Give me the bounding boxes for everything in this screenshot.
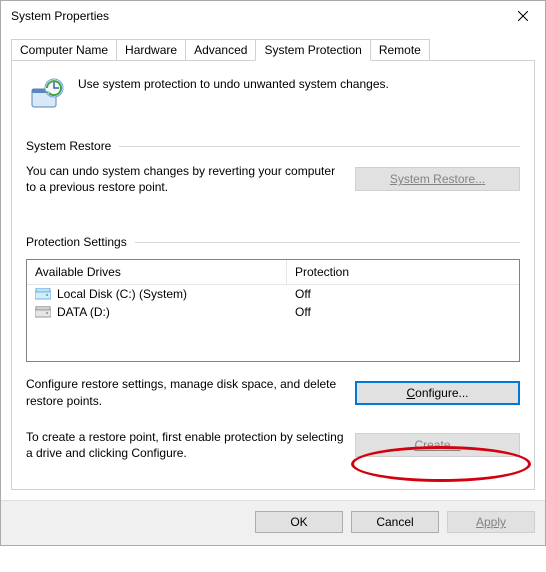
table-header: Available Drives Protection [27, 260, 519, 285]
table-row[interactable]: DATA (D:) Off [27, 303, 519, 321]
drives-table: Available Drives Protection [26, 259, 520, 362]
system-protection-icon [26, 77, 66, 117]
drive-name: DATA (D:) [57, 305, 110, 319]
tab-hardware[interactable]: Hardware [116, 39, 186, 60]
window-title: System Properties [11, 9, 109, 23]
drive-icon [35, 288, 51, 300]
tab-panel-system-protection: Use system protection to undo unwanted s… [11, 61, 535, 490]
system-restore-heading: System Restore [26, 139, 111, 153]
drive-protection: Off [287, 305, 519, 319]
system-restore-button[interactable]: System Restore... [355, 167, 520, 191]
col-header-drives[interactable]: Available Drives [27, 260, 287, 284]
close-button[interactable] [500, 1, 545, 31]
tab-computer-name[interactable]: Computer Name [11, 39, 117, 60]
divider [135, 242, 520, 243]
close-icon [518, 11, 528, 21]
dialog-footer: OK Cancel Apply [1, 500, 545, 545]
drive-icon [35, 306, 51, 318]
tab-strip: Computer Name Hardware Advanced System P… [11, 39, 535, 61]
ok-button[interactable]: OK [255, 511, 343, 533]
protection-settings-heading: Protection Settings [26, 235, 127, 249]
tab-system-protection[interactable]: System Protection [255, 39, 370, 61]
drive-protection: Off [287, 287, 519, 301]
drive-name: Local Disk (C:) (System) [57, 287, 187, 301]
table-row[interactable]: Local Disk (C:) (System) Off [27, 285, 519, 303]
col-header-protection[interactable]: Protection [287, 260, 519, 284]
intro-text: Use system protection to undo unwanted s… [78, 77, 389, 91]
apply-button[interactable]: Apply [447, 511, 535, 533]
divider [119, 146, 520, 147]
cancel-button[interactable]: Cancel [351, 511, 439, 533]
create-button[interactable]: Create... [355, 433, 520, 457]
create-desc: To create a restore point, first enable … [26, 429, 345, 461]
configure-desc: Configure restore settings, manage disk … [26, 376, 345, 408]
title-bar: System Properties [1, 1, 545, 31]
system-restore-desc: You can undo system changes by reverting… [26, 163, 345, 195]
tab-remote[interactable]: Remote [370, 39, 430, 60]
configure-button[interactable]: Configure... [355, 381, 520, 405]
tab-advanced[interactable]: Advanced [185, 39, 256, 60]
